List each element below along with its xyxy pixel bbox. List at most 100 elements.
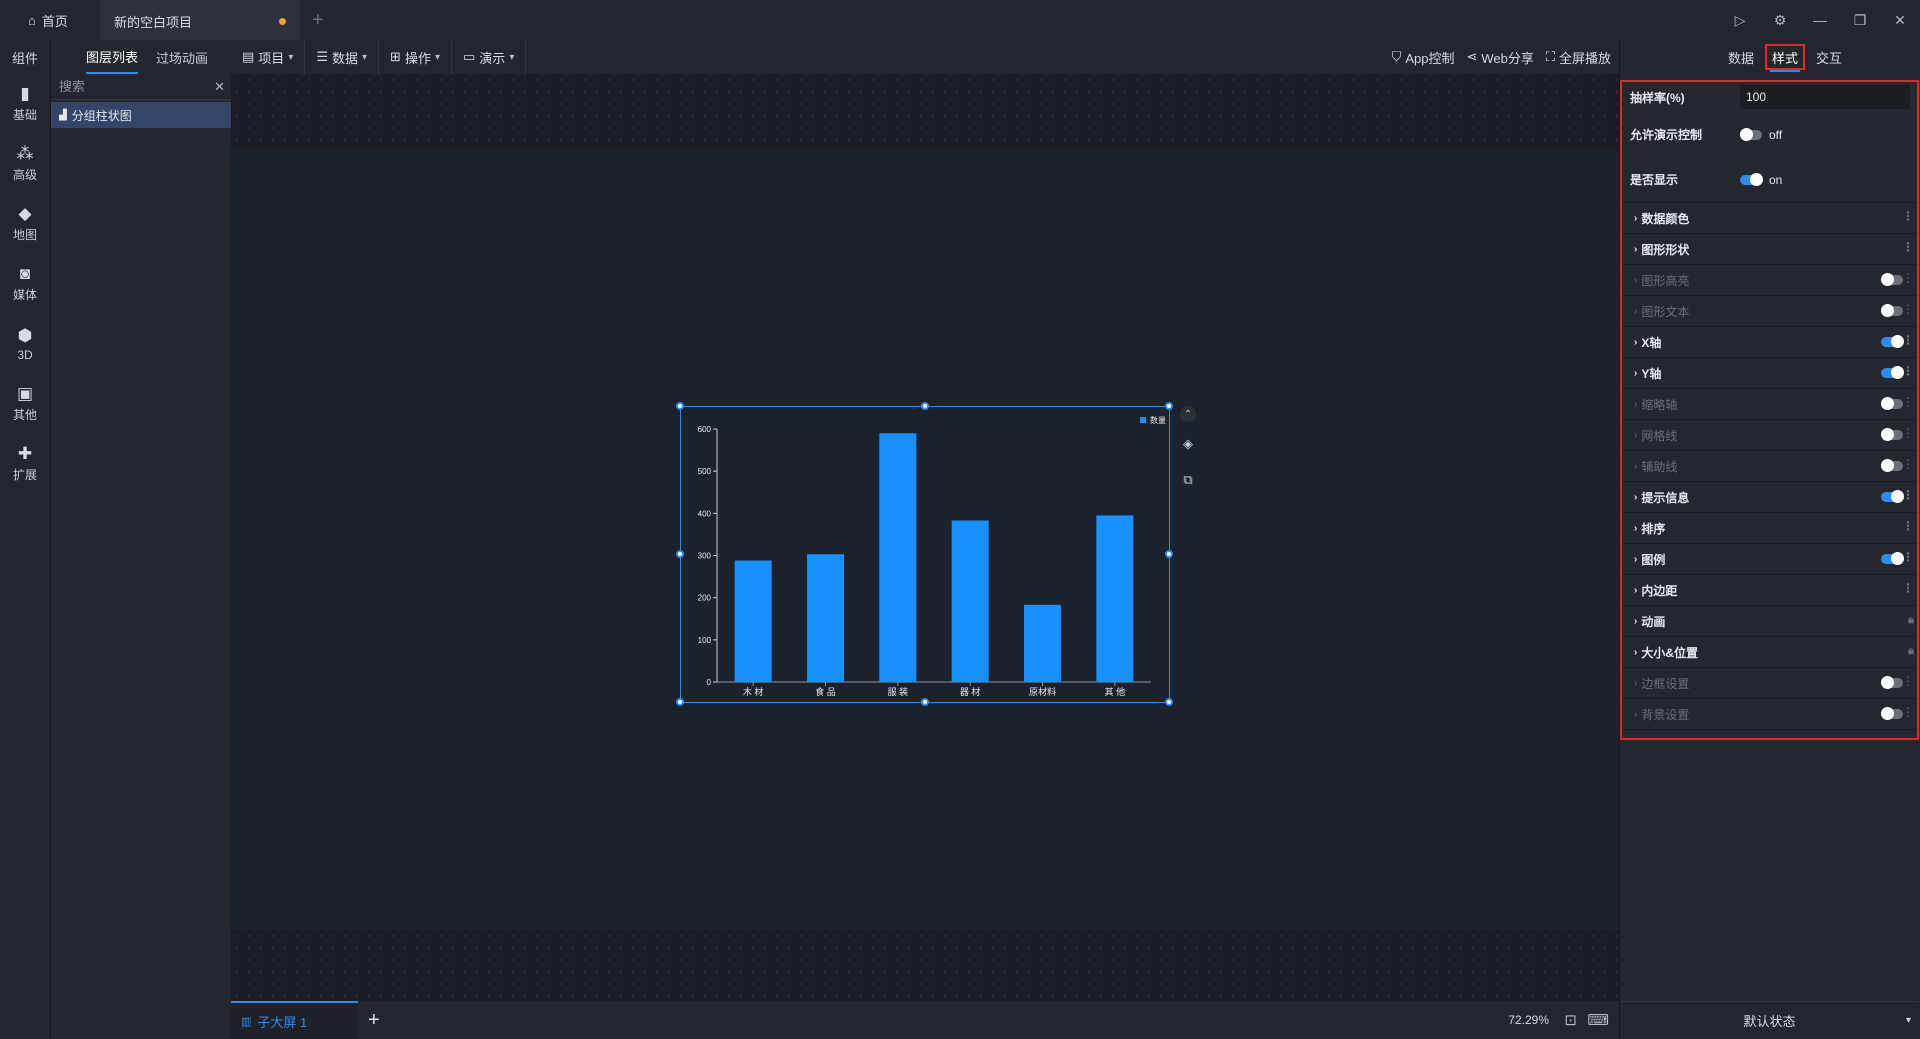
more-icon[interactable]: ⋮ xyxy=(1902,272,1914,284)
style-section-toggle[interactable] xyxy=(1881,335,1904,348)
resize-handle-sw[interactable] xyxy=(676,698,684,706)
sidebar-item-basic[interactable]: ▮ 基础 xyxy=(0,74,50,134)
image-swap-icon[interactable]: ⧉ xyxy=(1176,468,1200,492)
lock-icon[interactable]: 🔒︎ xyxy=(1908,645,1914,658)
style-section-toggle[interactable] xyxy=(1881,428,1903,441)
tab-home[interactable]: ⌂ 首页 xyxy=(0,0,100,40)
resize-handle-w[interactable] xyxy=(676,550,684,558)
layer-item-grouped-bar[interactable]: ▟ 分组柱状图 xyxy=(51,102,231,128)
resize-handle-e[interactable] xyxy=(1165,550,1173,558)
resize-handle-s[interactable] xyxy=(921,698,929,706)
bar-chart[interactable]: 0 100 200 300 400 500 600 木 材 食 品 服 装 器 材 原材料 其 他 数量 xyxy=(681,407,1171,704)
tab-data[interactable]: 数据 xyxy=(1723,44,1759,70)
style-section[interactable]: › 内边距 ⋮ xyxy=(1622,575,1917,606)
style-section-toggle[interactable] xyxy=(1881,397,1903,410)
menu-project[interactable]: ▤ 项目 ▾ xyxy=(231,40,306,74)
lock-icon[interactable]: 🔒︎ xyxy=(1908,614,1914,627)
tab-interaction[interactable]: 交互 xyxy=(1811,44,1847,70)
editor-canvas[interactable]: 0 100 200 300 400 500 600 木 材食 品服 装器 材原材料其 他数量 … xyxy=(231,74,1619,1001)
style-section[interactable]: › 提示信息 ⋮ xyxy=(1622,482,1917,513)
sidebar-item-media[interactable]: ◙ 媒体 xyxy=(0,254,50,314)
demo-control-toggle[interactable] xyxy=(1740,127,1762,141)
add-screen-button[interactable]: + xyxy=(368,1009,380,1032)
style-section-toggle[interactable] xyxy=(1881,707,1903,720)
style-section-toggle[interactable] xyxy=(1881,304,1903,317)
resize-handle-nw[interactable] xyxy=(676,402,684,410)
sidebar-item-extend[interactable]: ✚ 扩展 xyxy=(0,434,50,494)
resize-handle-n[interactable] xyxy=(921,402,929,410)
more-icon[interactable]: ⋮ xyxy=(1902,675,1914,687)
style-section[interactable]: › 缩略轴 ⋮ xyxy=(1622,389,1917,420)
more-icon[interactable]: ⋮ xyxy=(1902,334,1914,346)
layers-icon[interactable]: ◈ xyxy=(1176,432,1200,456)
state-selector[interactable]: 默认状态 ▾ xyxy=(1620,1001,1919,1039)
more-icon[interactable]: ⋮ xyxy=(1902,396,1914,408)
layer-search-input[interactable] xyxy=(59,79,199,94)
chart-component[interactable]: 0 100 200 300 400 500 600 木 材 食 品 服 装 器 材 原材料 其 他 数量 xyxy=(676,402,1173,706)
gear-icon[interactable]: ⚙ xyxy=(1760,0,1800,40)
style-section-toggle[interactable] xyxy=(1881,490,1904,503)
restore-icon[interactable]: ❐ xyxy=(1840,0,1880,40)
fit-screen-icon[interactable]: ⊡ xyxy=(1564,1011,1577,1029)
more-icon[interactable]: ⋮ xyxy=(1902,706,1914,718)
more-icon[interactable]: ⋮ xyxy=(1902,520,1914,532)
style-section[interactable]: › 边框设置 ⋮ xyxy=(1622,668,1917,699)
style-section[interactable]: › 图例 ⋮ xyxy=(1622,544,1917,575)
screen-area[interactable]: 0 100 200 300 400 500 600 木 材食 品服 装器 材原材料其 他数量 … xyxy=(231,148,1619,930)
sidebar-item-map[interactable]: ◆ 地图 xyxy=(0,194,50,254)
fullscreen-button[interactable]: ⛶ 全屏播放 xyxy=(1546,48,1611,67)
minimize-icon[interactable]: — xyxy=(1800,0,1840,40)
more-icon[interactable]: ⋮ xyxy=(1902,427,1914,439)
style-section[interactable]: › 图形高亮 ⋮ xyxy=(1622,265,1917,296)
style-section-toggle[interactable] xyxy=(1881,273,1903,286)
more-icon[interactable]: ⋮ xyxy=(1902,458,1914,470)
more-icon[interactable]: ⋮ xyxy=(1902,210,1914,222)
style-section[interactable]: › 网格线 ⋮ xyxy=(1622,420,1917,451)
close-icon[interactable]: ✕ xyxy=(214,79,225,95)
menu-data[interactable]: ☰ 数据 ▾ xyxy=(305,40,380,74)
sidebar-item-other[interactable]: ▣ 其他 xyxy=(0,374,50,434)
sidebar-item-3d[interactable]: ⬢ 3D xyxy=(0,314,50,374)
zoom-level[interactable]: 72.29% xyxy=(1508,1013,1549,1027)
style-section[interactable]: › X轴 ⋮ xyxy=(1622,327,1917,358)
style-section[interactable]: › 数据颜色 ⋮ xyxy=(1622,203,1917,234)
tab-style[interactable]: 样式 xyxy=(1764,44,1805,72)
style-section[interactable]: › 排序 ⋮ xyxy=(1622,513,1917,544)
more-icon[interactable]: ⋮ xyxy=(1902,551,1914,563)
more-icon[interactable]: ⋮ xyxy=(1902,582,1914,594)
app-control-button[interactable]: ⛉ App控制 xyxy=(1392,48,1455,67)
style-section[interactable]: › Y轴 ⋮ xyxy=(1622,358,1917,389)
add-tab-button[interactable]: + xyxy=(312,9,324,32)
style-section-toggle[interactable] xyxy=(1881,676,1903,689)
style-section[interactable]: › 背景设置 ⋮ xyxy=(1622,699,1917,730)
close-icon[interactable]: ✕ xyxy=(1880,0,1920,40)
style-section[interactable]: › 图形文本 ⋮ xyxy=(1622,296,1917,327)
more-icon[interactable]: ⋮ xyxy=(1902,303,1914,315)
chevron-up-icon[interactable]: ⌃ xyxy=(1180,406,1196,422)
tab-transition-animation[interactable]: 过场动画 xyxy=(156,40,208,74)
style-section-toggle[interactable] xyxy=(1881,366,1904,379)
style-section-toggle[interactable] xyxy=(1881,552,1904,565)
tab-project[interactable]: 新的空白项目 xyxy=(100,0,300,40)
screen-tab-1[interactable]: ▥ 子大屏 1 xyxy=(231,1001,358,1039)
more-icon[interactable]: ⋮ xyxy=(1902,365,1914,377)
sidebar-item-advanced[interactable]: ⁂ 高级 xyxy=(0,134,50,194)
play-icon[interactable]: ▷ xyxy=(1720,0,1760,40)
web-share-button[interactable]: ⋖ Web分享 xyxy=(1466,48,1533,67)
style-section[interactable]: › 大小&位置 🔒︎ xyxy=(1622,637,1917,668)
style-section[interactable]: › 图形形状 ⋮ xyxy=(1622,234,1917,265)
tab-layer-list[interactable]: 图层列表 xyxy=(86,40,139,74)
resize-handle-se[interactable] xyxy=(1165,698,1173,706)
resize-handle-ne[interactable] xyxy=(1165,402,1173,410)
sample-rate-input[interactable] xyxy=(1740,85,1910,109)
show-toggle[interactable] xyxy=(1740,172,1763,186)
more-icon[interactable]: ⋮ xyxy=(1902,241,1914,253)
style-section[interactable]: › 动画 🔒︎ xyxy=(1622,606,1917,637)
style-section-toggle[interactable] xyxy=(1881,459,1903,472)
menu-operation[interactable]: ⊞ 操作 ▾ xyxy=(379,40,452,74)
menu-demo[interactable]: ▭ 演示 ▾ xyxy=(452,40,527,74)
more-icon[interactable]: ⋮ xyxy=(1902,489,1914,501)
database-icon: ☰ xyxy=(316,49,328,64)
style-section[interactable]: › 辅助线 ⋮ xyxy=(1622,451,1917,482)
keyboard-icon[interactable]: ⌨ xyxy=(1587,1011,1609,1029)
